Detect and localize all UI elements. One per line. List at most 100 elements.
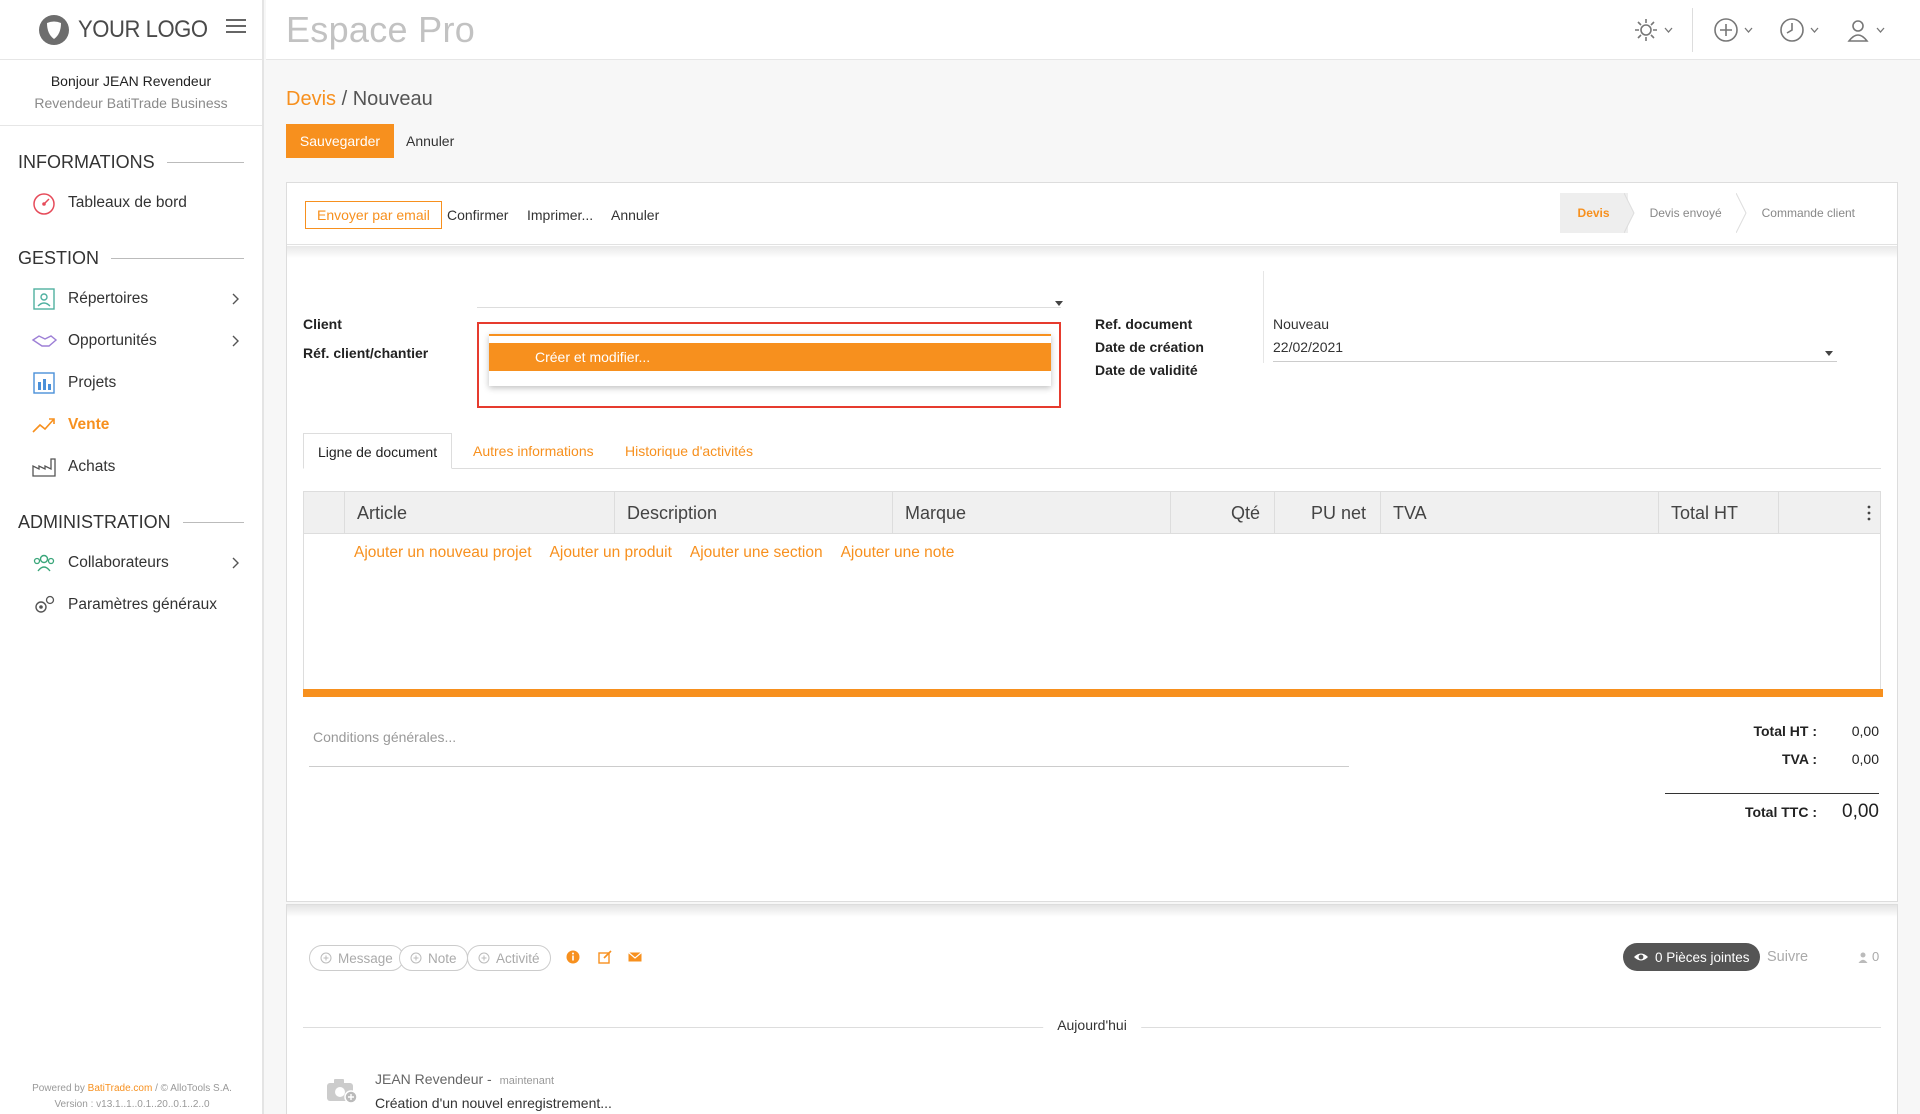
- column-brand[interactable]: Marque: [892, 492, 1170, 534]
- logo-text: YOUR LOGO: [78, 15, 208, 43]
- followers-count: 0: [1872, 949, 1880, 964]
- stage-customer-order[interactable]: Commande client: [1740, 193, 1873, 233]
- print-button[interactable]: Imprimer...: [527, 201, 593, 229]
- add-product-link[interactable]: Ajouter un produit: [550, 544, 672, 562]
- column-total-ht[interactable]: Total HT: [1658, 492, 1778, 534]
- handshake-icon: [31, 335, 58, 347]
- chevron-right-icon: [232, 557, 239, 569]
- sidebar-item-label: Opportunités: [68, 332, 157, 349]
- create-and-edit-option[interactable]: Créer et modifier...: [489, 343, 1051, 371]
- note-button[interactable]: Note: [399, 945, 468, 971]
- add-new-project-link[interactable]: Ajouter un nouveau projet: [354, 544, 532, 562]
- creation-date-value: 22/02/2021: [1273, 339, 1344, 355]
- confirm-button[interactable]: Confirmer: [447, 201, 508, 229]
- follow-button[interactable]: Suivre: [1767, 949, 1808, 965]
- user-icon: [1847, 20, 1869, 42]
- message-author-separator: -: [483, 1071, 496, 1087]
- column-vat[interactable]: TVA: [1380, 492, 1658, 534]
- column-article[interactable]: Article: [344, 492, 614, 534]
- discard-button[interactable]: Annuler: [406, 124, 454, 158]
- activity-button-label: Activité: [496, 950, 540, 966]
- sidebar-item-opportunities[interactable]: Opportunités: [0, 320, 262, 362]
- add-note-link[interactable]: Ajouter une note: [841, 544, 955, 562]
- main-content: Devis / Nouveau Sauvegarder Annuler Envo…: [266, 60, 1920, 1114]
- settings-gears-icon: [35, 595, 55, 613]
- sidebar-item-projects[interactable]: Projets: [0, 362, 262, 404]
- hamburger-icon[interactable]: [226, 18, 252, 40]
- total-ht-row: Total HT : 0,00: [1753, 723, 1879, 739]
- chevron-right-icon: [232, 335, 239, 347]
- activity-menu-button[interactable]: [1778, 15, 1819, 45]
- terms-conditions-input[interactable]: Conditions générales...: [309, 721, 1349, 767]
- create-menu-button[interactable]: [1712, 15, 1753, 45]
- sidebar: YOUR LOGO Bonjour JEAN Revendeur Revende…: [0, 0, 264, 1114]
- message-time: maintenant: [499, 1075, 555, 1087]
- projects-icon: [33, 372, 55, 394]
- sidebar-item-label: Tableaux de bord: [68, 194, 187, 211]
- sidebar-item-purchases[interactable]: Achats: [0, 446, 262, 488]
- add-section-link[interactable]: Ajouter une section: [690, 544, 823, 562]
- sidebar-item-dashboard[interactable]: Tableaux de bord: [0, 182, 262, 224]
- stage-quote[interactable]: Devis: [1559, 193, 1635, 233]
- edit-icon[interactable]: [597, 949, 613, 965]
- powered-brand-link[interactable]: BatiTrade.com: [88, 1083, 153, 1094]
- caret-down-icon[interactable]: [1825, 351, 1833, 356]
- column-unit-price[interactable]: PU net: [1274, 492, 1380, 534]
- client-label: Client: [303, 316, 342, 332]
- sidebar-item-collaborators[interactable]: Collaborateurs: [0, 542, 262, 584]
- sidebar-item-label: Répertoires: [68, 290, 149, 307]
- kebab-menu-icon[interactable]: [1866, 504, 1872, 522]
- sidebar-item-directories[interactable]: Répertoires: [0, 278, 262, 320]
- user-menu-button[interactable]: [1844, 15, 1885, 45]
- section-title-text: INFORMATIONS: [18, 151, 155, 172]
- powered-prefix: Powered by: [32, 1083, 88, 1094]
- plus-circle-icon: [478, 952, 490, 964]
- column-description[interactable]: Description: [614, 492, 892, 534]
- stage-quote-sent[interactable]: Devis envoyé: [1628, 193, 1747, 233]
- activity-button[interactable]: Activité: [467, 945, 551, 971]
- team-icon: [33, 554, 55, 572]
- sidebar-item-sales[interactable]: Vente: [0, 404, 262, 446]
- stage-label: Devis envoyé: [1649, 206, 1722, 220]
- tab-document-lines[interactable]: Ligne de document: [303, 433, 453, 469]
- chevron-right-icon: [232, 293, 239, 305]
- sidebar-item-settings[interactable]: Paramètres généraux: [0, 584, 262, 626]
- user-greeting: Bonjour JEAN Revendeur: [50, 73, 212, 89]
- total-ttc-label: Total TTC :: [1744, 804, 1817, 820]
- envelope-icon[interactable]: [627, 949, 643, 965]
- tab-other-info[interactable]: Autres informations: [473, 433, 594, 469]
- sidebar-item-label: Collaborateurs: [68, 554, 169, 571]
- date-separator-label: Aujourd'hui: [1043, 1017, 1141, 1033]
- section-gestion: GESTION: [0, 244, 262, 272]
- message-author-name[interactable]: JEAN Revendeur: [375, 1071, 483, 1087]
- validity-date-input[interactable]: [1273, 361, 1837, 362]
- save-button[interactable]: Sauvegarder: [286, 124, 394, 158]
- message-author: JEAN Revendeur - maintenant: [375, 1071, 554, 1087]
- topbar-divider: [1692, 8, 1693, 52]
- send-email-button[interactable]: Envoyer par email: [305, 201, 442, 229]
- breadcrumb: Devis / Nouveau: [286, 88, 433, 111]
- cancel-quote-button[interactable]: Annuler: [611, 201, 659, 229]
- dropdown-highlight-box: Créer et modifier...: [477, 322, 1061, 408]
- table-bottom-bar: [303, 689, 1883, 697]
- followers-button[interactable]: 0: [1857, 949, 1879, 964]
- breadcrumb-parent-link[interactable]: Devis: [286, 88, 336, 110]
- settings-menu-button[interactable]: [1632, 15, 1673, 45]
- message-button[interactable]: Message: [309, 945, 404, 971]
- app-title: Espace Pro: [286, 9, 476, 50]
- stage-label: Commande client: [1761, 206, 1855, 220]
- chevron-down-icon: [1664, 27, 1673, 33]
- add-line-links: Ajouter un nouveau projet Ajouter un pro…: [354, 544, 954, 562]
- stage-arrow: [1623, 193, 1635, 233]
- tab-activity-history[interactable]: Historique d'activités: [625, 433, 753, 469]
- client-input[interactable]: [477, 307, 1061, 308]
- attachments-button[interactable]: 0 Pièces jointes: [1623, 943, 1760, 971]
- column-qty[interactable]: Qté: [1170, 492, 1274, 534]
- logo[interactable]: YOUR LOGO: [0, 0, 262, 60]
- info-icon[interactable]: [565, 949, 581, 965]
- tva-label: TVA :: [1782, 751, 1817, 767]
- stage-arrow: [1735, 193, 1747, 233]
- topbar: Espace Pro: [266, 0, 1920, 60]
- section-title-text: ADMINISTRATION: [18, 511, 171, 532]
- caret-down-icon[interactable]: [1055, 301, 1063, 306]
